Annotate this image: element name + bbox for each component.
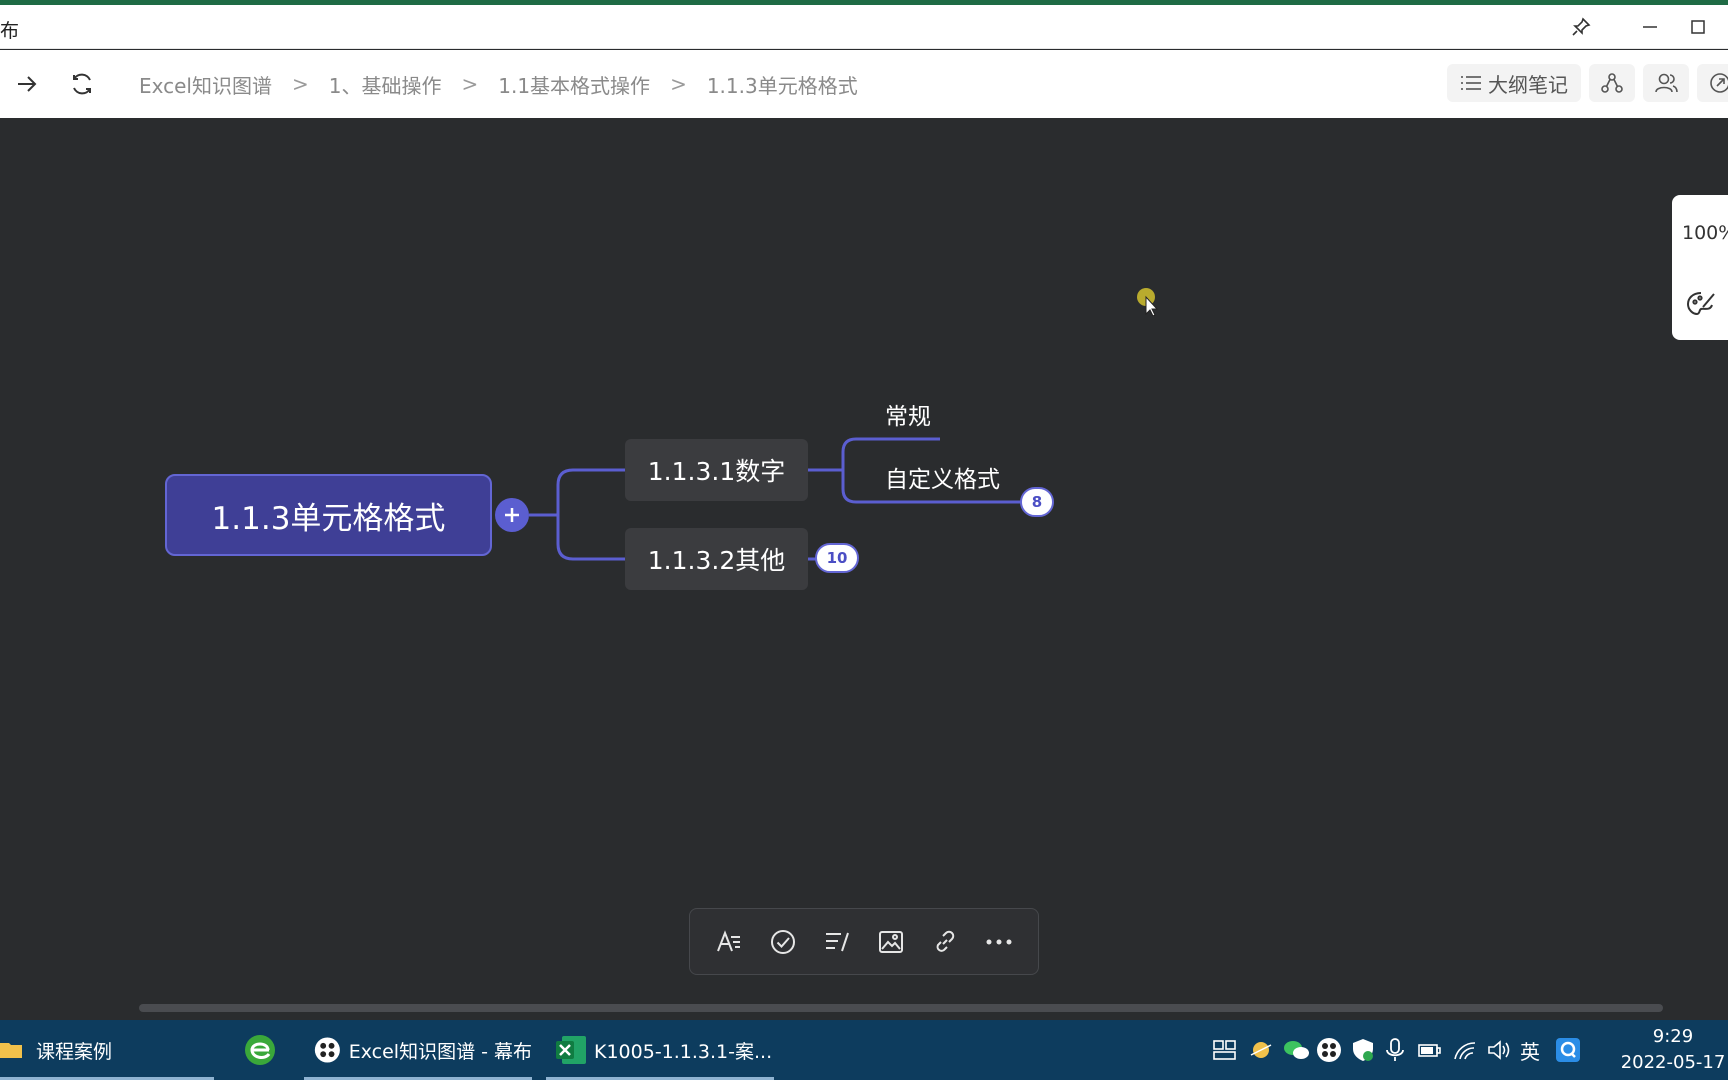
browser-icon [245, 1035, 275, 1065]
taskbar-item-mubu[interactable]: Excel知识图谱 - 幕布 [304, 1020, 532, 1080]
add-child-button[interactable] [495, 498, 529, 532]
wifi-icon[interactable] [1452, 1037, 1478, 1063]
collapsed-count-badge[interactable]: 8 [1020, 487, 1054, 517]
leaf-node-custom-format[interactable]: 自定义格式 [885, 460, 1000, 494]
taskbar-item-label: 课程案例 [36, 1040, 113, 1063]
taskbar-clock[interactable]: 9:29 2022-05-17 [1618, 1024, 1728, 1076]
zoom-level[interactable]: 100% [1682, 222, 1728, 244]
note-icon [826, 932, 849, 951]
horizontal-scrollbar[interactable] [139, 1004, 1663, 1012]
root-node[interactable]: 1.1.3单元格格式 [165, 474, 492, 556]
system-tray: 英 [1212, 1020, 1582, 1080]
microphone-icon[interactable] [1384, 1037, 1406, 1063]
palette-icon[interactable] [1686, 290, 1716, 318]
excel-icon [556, 1036, 586, 1064]
qq-app-icon[interactable] [1554, 1036, 1582, 1064]
check-circle-icon [771, 929, 795, 954]
volume-icon[interactable] [1486, 1037, 1512, 1063]
keyboard-icon[interactable] [1212, 1037, 1238, 1063]
task-complete-button[interactable] [763, 922, 803, 962]
image-icon [879, 930, 903, 953]
clock-date: 2022-05-17 [1620, 1052, 1726, 1073]
taskbar-item-browser[interactable] [238, 1020, 282, 1080]
taskbar-item-course-cases[interactable]: 课程案例 [0, 1020, 214, 1080]
insert-link-button[interactable] [925, 922, 965, 962]
taskbar: 课程案例 Excel知识图谱 - 幕布 K1005-1.1.3.1-案... 英… [0, 1020, 1728, 1080]
child-node-number[interactable]: 1.1.3.1数字 [625, 439, 808, 501]
weather-icon[interactable] [1248, 1037, 1274, 1063]
child-node-other[interactable]: 1.1.3.2其他 [625, 528, 808, 590]
mubu-app-icon [314, 1037, 340, 1063]
text-style-button[interactable] [709, 922, 749, 962]
text-format-icon [717, 929, 740, 951]
insert-image-button[interactable] [871, 922, 911, 962]
ime-indicator[interactable]: 英 [1520, 1036, 1540, 1065]
mouse-cursor-icon [1137, 288, 1159, 316]
security-shield-icon[interactable] [1350, 1037, 1376, 1063]
folder-icon [0, 1043, 22, 1058]
note-button[interactable] [817, 922, 857, 962]
clock-time: 9:29 [1652, 1026, 1694, 1047]
taskbar-item-excel[interactable]: K1005-1.1.3.1-案... [546, 1020, 774, 1080]
battery-icon[interactable] [1416, 1037, 1442, 1063]
taskbar-item-label: Excel知识图谱 - 幕布 [348, 1040, 532, 1063]
plus-icon [505, 508, 519, 522]
zoom-panel: 100% [1672, 195, 1728, 340]
more-icon [986, 939, 1012, 944]
mubu-tray-icon[interactable] [1316, 1037, 1342, 1063]
taskbar-item-label: K1005-1.1.3.1-案... [594, 1040, 773, 1063]
node-toolbar [689, 908, 1039, 975]
leaf-node-general[interactable]: 常规 [885, 397, 931, 431]
link-icon [936, 930, 955, 952]
wechat-icon[interactable] [1282, 1037, 1310, 1063]
collapsed-count-badge[interactable]: 10 [815, 543, 859, 573]
more-button[interactable] [979, 922, 1019, 962]
